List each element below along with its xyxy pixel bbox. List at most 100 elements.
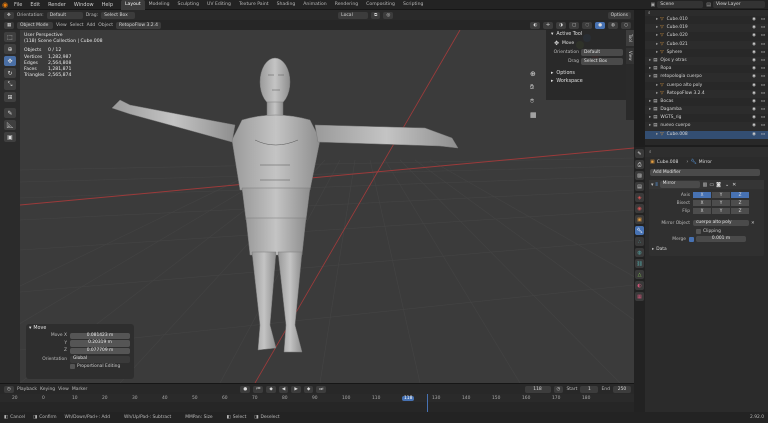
rotate-icon[interactable]: ↻ bbox=[4, 68, 16, 78]
workspace-tab-animation[interactable]: Animation bbox=[299, 0, 330, 10]
menu-file[interactable]: File bbox=[10, 0, 26, 10]
render-camera-icon[interactable]: ▭ bbox=[761, 65, 765, 73]
render-camera-icon[interactable]: ▭ bbox=[761, 82, 765, 90]
expand-chevron-icon[interactable]: ▾ bbox=[651, 182, 654, 188]
modifier-name-field[interactable]: Mirror bbox=[659, 181, 700, 188]
expand-chevron-icon[interactable]: ▸ bbox=[649, 122, 651, 130]
visibility-eye-icon[interactable]: ◉ bbox=[752, 24, 756, 32]
outliner-item[interactable]: ▸ ▽ RetopoFlow 3.2.4 ◉ ▭ bbox=[645, 89, 768, 98]
clipping-checkbox[interactable] bbox=[696, 228, 701, 234]
visibility-eye-icon[interactable]: ◉ bbox=[752, 49, 756, 57]
gizmo-icon[interactable]: ✛ bbox=[543, 21, 554, 29]
modifier-menu-chevron-icon[interactable]: ⌄ bbox=[725, 182, 729, 188]
snap-icon[interactable]: ⧉ bbox=[371, 11, 381, 19]
workspace-tab-texture-paint[interactable]: Texture Paint bbox=[235, 0, 273, 10]
grid-icon[interactable]: ▦ bbox=[530, 111, 542, 119]
proportional-checkbox[interactable] bbox=[70, 364, 75, 370]
workspace-tab-scripting[interactable]: Scripting bbox=[399, 0, 427, 10]
render-camera-icon[interactable]: ▭ bbox=[761, 73, 765, 81]
scene-props-icon[interactable]: ◈ bbox=[635, 193, 644, 202]
play-icon[interactable]: ▶ bbox=[291, 385, 301, 393]
move-icon[interactable]: ✥ bbox=[4, 56, 16, 66]
expand-chevron-icon[interactable]: ▸ bbox=[649, 106, 651, 114]
outliner-item[interactable]: ▸ ▤ retopologia cuerpo ◉ ▭ bbox=[645, 73, 768, 82]
camera-icon[interactable]: ⌾ bbox=[530, 97, 542, 106]
workspace-tab-rendering[interactable]: Rendering bbox=[331, 0, 362, 10]
xray-icon[interactable]: ▢ bbox=[568, 21, 580, 29]
menu-select[interactable]: Select bbox=[70, 23, 84, 28]
options-section[interactable]: ▸ Options bbox=[546, 69, 626, 77]
workspace-tab-layout[interactable]: Layout bbox=[121, 0, 145, 10]
end-frame-field[interactable]: 250 bbox=[613, 385, 631, 393]
menu-render[interactable]: Render bbox=[44, 0, 70, 10]
menu-retopoflow[interactable]: RetopoFlow 3.2.4 bbox=[115, 21, 161, 29]
output-props-icon[interactable]: ▨ bbox=[635, 171, 644, 180]
visibility-eye-icon[interactable]: ◉ bbox=[752, 16, 756, 24]
prev-key-icon[interactable]: ◆ bbox=[266, 385, 276, 393]
expand-chevron-icon[interactable]: ▸ bbox=[656, 90, 658, 98]
render-camera-icon[interactable]: ▭ bbox=[761, 32, 765, 40]
measure-icon[interactable]: 📐︎ bbox=[4, 120, 16, 130]
bisect-y-toggle[interactable]: Y bbox=[712, 199, 730, 207]
visibility-eye-icon[interactable]: ◉ bbox=[752, 114, 756, 122]
render-camera-icon[interactable]: ▭ bbox=[761, 41, 765, 49]
move-panel-header[interactable]: ▾ Move bbox=[26, 324, 134, 332]
move-tool-icon[interactable]: ✥ bbox=[4, 11, 14, 19]
scale-icon[interactable]: ⤡ bbox=[4, 80, 16, 90]
viewport-toggle-icon[interactable]: ▭ bbox=[709, 182, 714, 188]
visibility-eye-icon[interactable]: ◉ bbox=[752, 82, 756, 90]
visibility-eye-icon[interactable]: ◉ bbox=[752, 98, 756, 106]
shading-wireframe-icon[interactable]: ◌ bbox=[582, 21, 593, 29]
render-camera-icon[interactable]: ▭ bbox=[761, 57, 765, 65]
material-props-icon[interactable]: ◐ bbox=[635, 281, 644, 290]
menu-add[interactable]: Add bbox=[87, 23, 96, 28]
next-key-icon[interactable]: ◆ bbox=[303, 385, 314, 393]
outliner-item[interactable]: ▸ ▽ Cube.021 ◉ ▭ bbox=[645, 40, 768, 49]
outliner-item[interactable]: ▸ ▤ Dagamba ◉ ▭ bbox=[645, 106, 768, 115]
bisect-x-toggle[interactable]: X bbox=[693, 199, 711, 207]
render-camera-icon[interactable]: ▭ bbox=[761, 122, 765, 130]
expand-chevron-icon[interactable]: ▸ bbox=[656, 24, 658, 32]
workspace-tab-shading[interactable]: Shading bbox=[273, 0, 300, 10]
timeline-track-area[interactable] bbox=[0, 394, 634, 412]
jump-end-icon[interactable]: ⏭ bbox=[316, 385, 327, 393]
editmode-toggle-icon[interactable]: ▥ bbox=[703, 182, 708, 188]
menu-window[interactable]: Window bbox=[70, 0, 98, 10]
clear-field-icon[interactable]: ✕ bbox=[751, 221, 755, 226]
axis-x-toggle[interactable]: X bbox=[693, 191, 711, 199]
menu-playback[interactable]: Playback bbox=[17, 387, 37, 392]
outliner-item[interactable]: ▸ ▽ Sphere ◉ ▭ bbox=[645, 49, 768, 57]
workspace-tab-uv-editing[interactable]: UV Editing bbox=[203, 0, 235, 10]
texture-props-icon[interactable]: ▦ bbox=[635, 292, 644, 301]
visibility-eye-icon[interactable]: ◉ bbox=[752, 131, 756, 139]
visibility-eye-icon[interactable]: ◉ bbox=[752, 122, 756, 130]
modifier-props-icon[interactable]: 🔧︎ bbox=[635, 226, 644, 235]
render-camera-icon[interactable]: ▭ bbox=[761, 24, 765, 32]
outliner-item[interactable]: ▸ ▤ Bocas ◉ ▭ bbox=[645, 98, 768, 106]
workspace-section[interactable]: ▸ Workspace bbox=[546, 77, 626, 85]
menu-help[interactable]: Help bbox=[98, 0, 117, 10]
tool-props-icon[interactable]: ✎ bbox=[635, 149, 644, 158]
view-layer-props-icon[interactable]: ▤ bbox=[635, 182, 644, 191]
mirror-object-field[interactable]: cuerpo alto poly bbox=[693, 219, 749, 227]
menu-view[interactable]: View bbox=[56, 23, 67, 28]
data-props-icon[interactable]: △ bbox=[635, 270, 644, 279]
move-x-field[interactable]: 0.081423 m bbox=[70, 332, 130, 339]
outliner-item[interactable]: ▸ ▤ nuevo cuerpo ◉ ▭ bbox=[645, 122, 768, 131]
flip-z-toggle[interactable]: Z bbox=[731, 207, 749, 215]
blender-logo-icon[interactable]: ◉ bbox=[0, 0, 10, 10]
annotate-icon[interactable]: ✎ bbox=[4, 108, 16, 118]
render-camera-icon[interactable]: ▭ bbox=[761, 16, 765, 24]
shading-solid-icon[interactable]: ● bbox=[595, 21, 606, 29]
add-cube-icon[interactable]: ▣ bbox=[4, 132, 16, 142]
render-camera-icon[interactable]: ▭ bbox=[761, 49, 765, 57]
zoom-icon[interactable]: ⊕ bbox=[530, 70, 542, 78]
jump-start-icon[interactable]: ⏮ bbox=[253, 385, 264, 393]
remove-modifier-icon[interactable]: ✕ bbox=[732, 182, 736, 188]
visibility-icon[interactable]: ◐ bbox=[530, 21, 541, 29]
flip-x-toggle[interactable]: X bbox=[693, 207, 711, 215]
expand-chevron-icon[interactable]: ▸ bbox=[656, 82, 658, 90]
expand-chevron-icon[interactable]: ▸ bbox=[656, 41, 658, 49]
expand-chevron-icon[interactable]: ▸ bbox=[656, 131, 658, 139]
shading-material-icon[interactable]: ◍ bbox=[608, 21, 619, 29]
